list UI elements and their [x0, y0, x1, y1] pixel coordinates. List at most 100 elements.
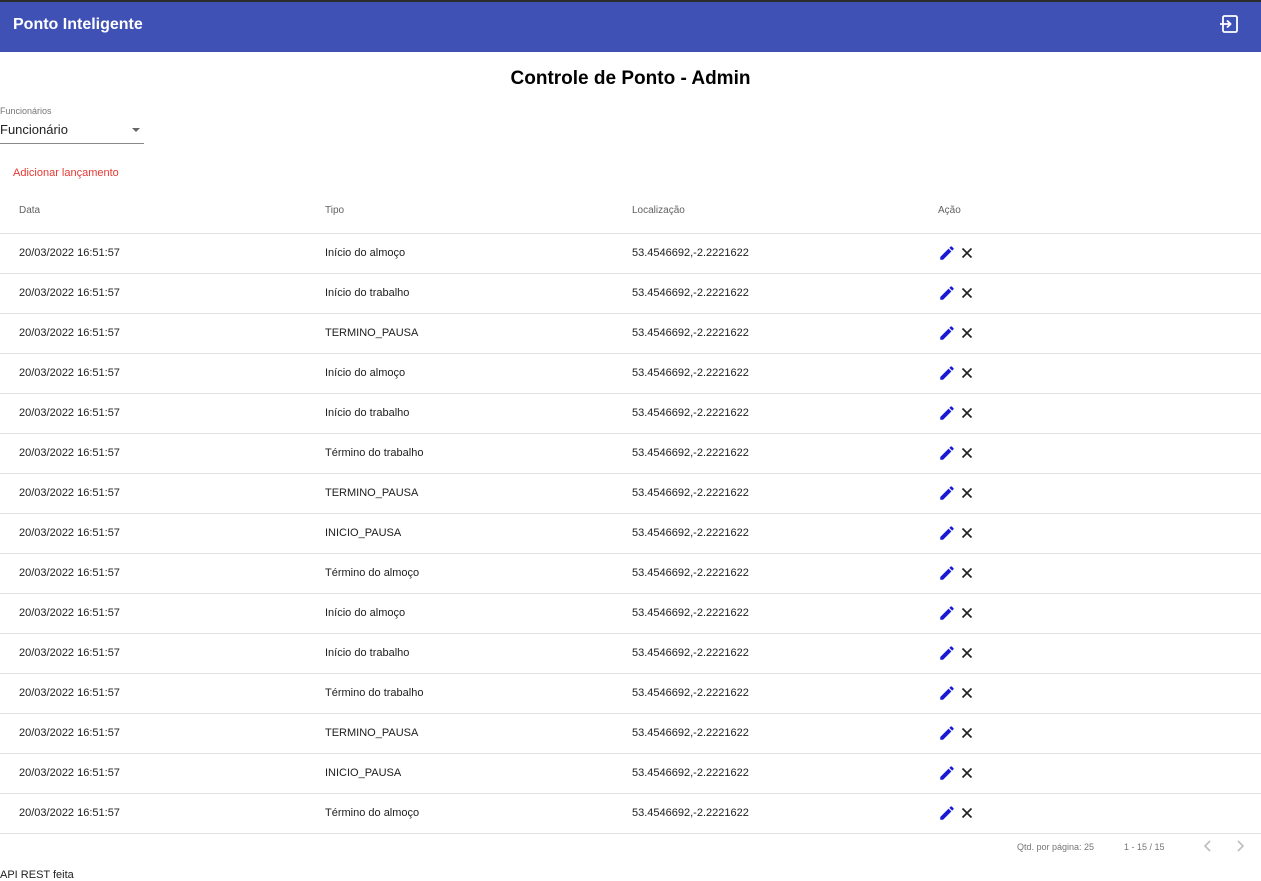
delete-button[interactable] — [958, 324, 976, 342]
table-row: 20/03/2022 16:51:57 TERMINO_PAUSA 53.45466… — [0, 474, 1261, 514]
delete-button[interactable] — [958, 644, 976, 662]
delete-button[interactable] — [958, 404, 976, 422]
employee-select[interactable]: Funcionários Funcionário — [0, 106, 144, 144]
previous-page-button[interactable] — [1200, 838, 1216, 854]
edit-button[interactable] — [938, 324, 956, 342]
row-actions — [938, 644, 978, 662]
close-icon — [961, 567, 973, 579]
cell-localizacao: 53.4546692,-2.2221622 — [632, 767, 749, 779]
row-actions — [938, 364, 978, 382]
delete-button[interactable] — [958, 684, 976, 702]
cell-tipo: Início do almoço — [325, 247, 406, 259]
row-actions — [938, 524, 978, 542]
delete-button[interactable] — [958, 764, 976, 782]
table-row: 20/03/2022 16:51:57 Início do almoço 53.45… — [0, 594, 1261, 634]
header-acao: Ação — [938, 205, 961, 216]
cell-localizacao: 53.4546692,-2.2221622 — [632, 247, 749, 259]
close-icon — [961, 767, 973, 779]
employee-select-value[interactable]: Funcionário — [0, 122, 68, 137]
cell-localizacao: 53.4546692,-2.2221622 — [632, 287, 749, 299]
edit-button[interactable] — [938, 604, 956, 622]
cell-localizacao: 53.4546692,-2.2221622 — [632, 487, 749, 499]
page-size-label: Qtd. por página: 25 — [1017, 842, 1095, 852]
table-row: 20/03/2022 16:51:57 Início do trabalho 53.… — [0, 634, 1261, 674]
edit-button[interactable] — [938, 364, 956, 382]
edit-button[interactable] — [938, 764, 956, 782]
next-page-button[interactable] — [1232, 838, 1248, 854]
header-tipo: Tipo — [325, 205, 345, 216]
edit-button[interactable] — [938, 524, 956, 542]
delete-button[interactable] — [958, 524, 976, 542]
pencil-icon — [940, 406, 954, 420]
pencil-icon — [940, 446, 954, 460]
cell-data: 20/03/2022 16:51:57 — [19, 607, 120, 619]
row-actions — [938, 284, 978, 302]
row-actions — [938, 564, 978, 582]
cell-localizacao: 53.4546692,-2.2221622 — [632, 447, 749, 459]
paginator: Qtd. por página: 25 1 - 15 / 15 — [0, 834, 1261, 862]
cell-localizacao: 53.4546692,-2.2221622 — [632, 727, 749, 739]
header-data: Data — [19, 205, 41, 216]
edit-button[interactable] — [938, 684, 956, 702]
cell-localizacao: 53.4546692,-2.2221622 — [632, 687, 749, 699]
edit-button[interactable] — [938, 404, 956, 422]
page-range-label: 1 - 15 / 15 — [1124, 842, 1165, 852]
edit-button[interactable] — [938, 724, 956, 742]
chevron-down-icon — [132, 128, 140, 132]
delete-button[interactable] — [958, 284, 976, 302]
pencil-icon — [940, 286, 954, 300]
cell-tipo: Início do trabalho — [325, 287, 410, 299]
delete-button[interactable] — [958, 724, 976, 742]
edit-button[interactable] — [938, 644, 956, 662]
edit-button[interactable] — [938, 484, 956, 502]
cell-tipo: INICIO_PAUSA — [325, 767, 402, 779]
table-row: 20/03/2022 16:51:57 Término do trabalho 53… — [0, 674, 1261, 714]
add-entry-button[interactable]: Adicionar lançamento — [13, 167, 119, 179]
table-row: 20/03/2022 16:51:57 INICIO_PAUSA 53.454669… — [0, 514, 1261, 554]
table-row: 20/03/2022 16:51:57 Início do almoço 53.45… — [0, 354, 1261, 394]
row-actions — [938, 444, 978, 462]
employee-select-label: Funcionários — [0, 106, 52, 116]
table-row: 20/03/2022 16:51:57 TERMINO_PAUSA 53.45466… — [0, 314, 1261, 354]
delete-button[interactable] — [958, 364, 976, 382]
edit-button[interactable] — [938, 244, 956, 262]
pencil-icon — [940, 246, 954, 260]
row-actions — [938, 764, 978, 782]
table-row: 20/03/2022 16:51:57 TERMINO_PAUSA 53.45466… — [0, 714, 1261, 754]
pencil-icon — [940, 486, 954, 500]
cell-data: 20/03/2022 16:51:57 — [19, 687, 120, 699]
cell-data: 20/03/2022 16:51:57 — [19, 327, 120, 339]
pencil-icon — [940, 566, 954, 580]
pencil-icon — [940, 726, 954, 740]
cell-data: 20/03/2022 16:51:57 — [19, 247, 120, 259]
cell-localizacao: 53.4546692,-2.2221622 — [632, 407, 749, 419]
row-actions — [938, 684, 978, 702]
cell-localizacao: 53.4546692,-2.2221622 — [632, 647, 749, 659]
cell-tipo: Início do almoço — [325, 367, 406, 379]
row-actions — [938, 404, 978, 422]
delete-button[interactable] — [958, 804, 976, 822]
cell-data: 20/03/2022 16:51:57 — [19, 807, 120, 819]
delete-button[interactable] — [958, 604, 976, 622]
delete-button[interactable] — [958, 244, 976, 262]
row-actions — [938, 604, 978, 622]
pencil-icon — [940, 366, 954, 380]
cell-data: 20/03/2022 16:51:57 — [19, 367, 120, 379]
time-entries-table: Data Tipo Localização Ação 20/03/2022 16… — [0, 194, 1261, 834]
delete-button[interactable] — [958, 444, 976, 462]
header-localizacao: Localização — [632, 205, 685, 216]
edit-button[interactable] — [938, 284, 956, 302]
app-title: Ponto Inteligente — [13, 16, 143, 33]
footer-text: API REST feita — [0, 869, 74, 881]
delete-button[interactable] — [958, 484, 976, 502]
edit-button[interactable] — [938, 564, 956, 582]
logout-button[interactable] — [1217, 12, 1241, 36]
delete-button[interactable] — [958, 564, 976, 582]
table-header: Data Tipo Localização Ação — [0, 194, 1261, 234]
row-actions — [938, 324, 978, 342]
edit-button[interactable] — [938, 444, 956, 462]
edit-button[interactable] — [938, 804, 956, 822]
row-actions — [938, 804, 978, 822]
close-icon — [961, 247, 973, 259]
close-icon — [961, 807, 973, 819]
